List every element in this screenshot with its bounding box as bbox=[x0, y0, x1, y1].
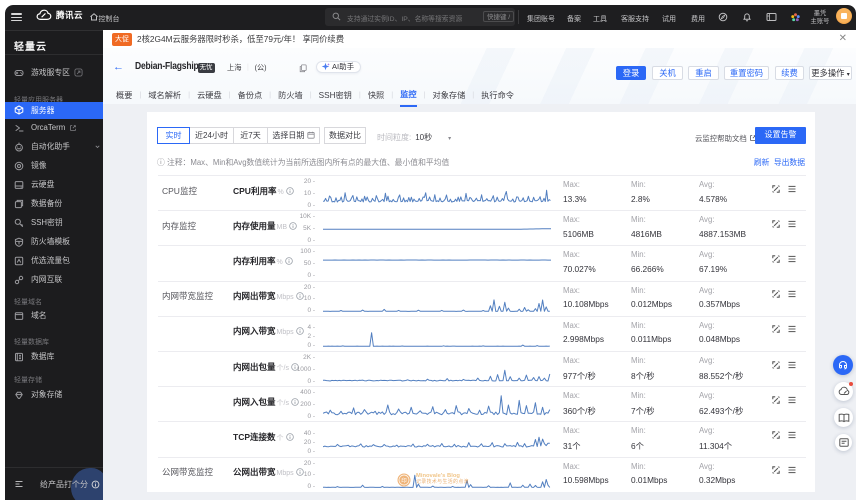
svg-text:印: 印 bbox=[401, 477, 407, 484]
